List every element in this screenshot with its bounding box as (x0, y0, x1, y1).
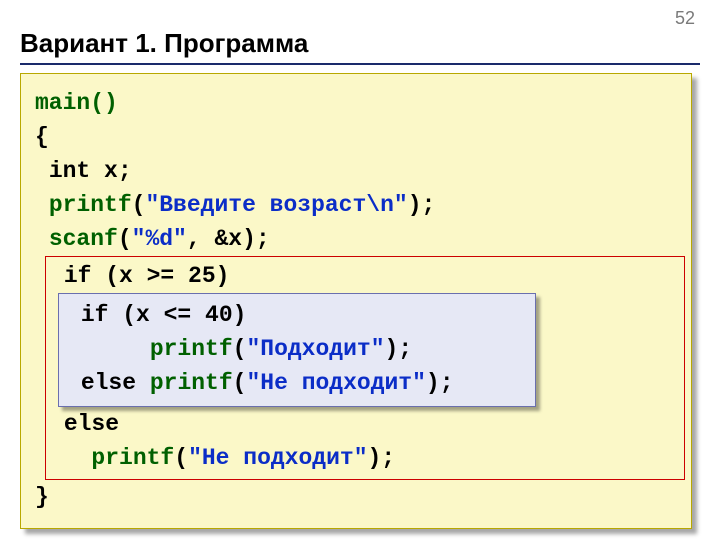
code-string: "%d" (132, 226, 187, 252)
code-text (50, 445, 91, 471)
code-text (50, 263, 64, 289)
code-text (35, 158, 49, 184)
code-string: "Подходит" (246, 336, 384, 362)
code-string: "Введите возраст\n" (145, 192, 407, 218)
code-keyword: if (64, 263, 92, 289)
code-keyword: else (64, 411, 119, 437)
code-text: { (35, 124, 49, 150)
code-keyword: int (49, 158, 90, 184)
code-keyword: if (81, 302, 109, 328)
code-text: ( (233, 370, 247, 396)
code-text: x; (90, 158, 131, 184)
code-fn: printf (150, 370, 233, 396)
code-text (35, 226, 49, 252)
code-text: ( (174, 445, 188, 471)
code-text (67, 336, 150, 362)
code-text: ); (385, 336, 413, 362)
page-number: 52 (675, 8, 695, 29)
code-text: , &x); (187, 226, 270, 252)
code-text: (x <= 40) (108, 302, 246, 328)
code-text: (x >= 25) (91, 263, 229, 289)
code-block: main() { int x; printf("Введите возраст\… (20, 73, 692, 529)
code-text: } (35, 484, 49, 510)
code-text: ( (233, 336, 247, 362)
code-fn: printf (49, 192, 132, 218)
code-text (67, 302, 81, 328)
code-text (67, 370, 81, 396)
code-text (50, 411, 64, 437)
highlight-box-outer: if (x >= 25) if (x <= 40) printf("Подход… (45, 256, 685, 480)
title-divider (20, 63, 700, 65)
code-text (35, 192, 49, 218)
code-text: main() (35, 90, 118, 116)
highlight-box-inner: if (x <= 40) printf("Подходит"); else pr… (58, 293, 536, 407)
code-text: ); (408, 192, 436, 218)
slide-title: Вариант 1. Программа (20, 28, 700, 59)
code-text: ); (426, 370, 454, 396)
code-text: ( (118, 226, 132, 252)
code-text (136, 370, 150, 396)
code-text: ( (132, 192, 146, 218)
code-string: "Не подходит" (246, 370, 425, 396)
code-fn: scanf (49, 226, 118, 252)
code-keyword: else (81, 370, 136, 396)
code-string: "Не подходит" (188, 445, 367, 471)
code-fn: printf (91, 445, 174, 471)
code-text: ); (368, 445, 396, 471)
code-fn: printf (150, 336, 233, 362)
